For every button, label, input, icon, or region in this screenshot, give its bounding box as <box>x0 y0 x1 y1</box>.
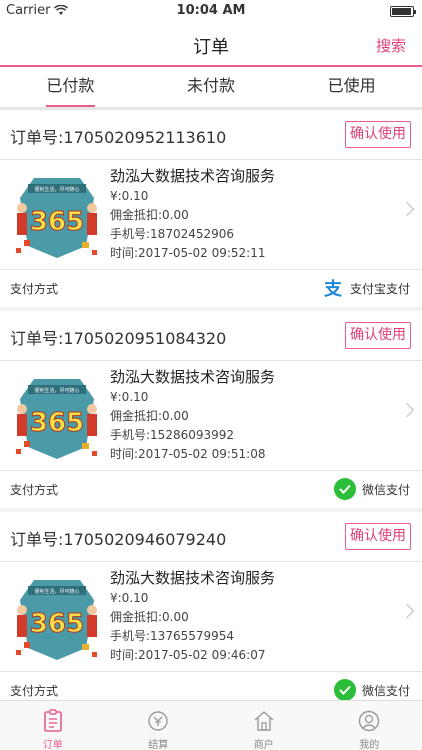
product-thumbnail: 便利生活，尽可随心 365 <box>14 570 100 664</box>
payment-method: 微信支付 <box>333 679 410 701</box>
service-title: 劲泓大数据技术咨询服务 <box>110 167 276 185</box>
price: ¥:0.10 <box>110 390 149 404</box>
service-title: 劲泓大数据技术咨询服务 <box>110 569 276 587</box>
payment-method-label: 微信支付 <box>361 482 410 497</box>
phone-number: 手机号:18702452906 <box>110 227 235 241</box>
tab-profile-label: 我的 <box>359 740 380 750</box>
order-time: 时间:2017-05-02 09:52:11 <box>110 246 266 260</box>
thumbnail-banner-text: 便利生活，尽可随心 <box>34 588 79 595</box>
tab-orders[interactable]: 订单 <box>0 701 106 750</box>
thumbnail-365-badge: 365 <box>30 207 84 237</box>
service-title: 劲泓大数据技术咨询服务 <box>110 368 276 386</box>
order-number: 订单号:1705020952113610 <box>10 128 227 147</box>
order-item[interactable]: 便利生活，尽可随心 365 劲泓大数据技术咨询服务 ¥:0.10 佣金抵扣:0.… <box>0 160 422 270</box>
commission-deduction: 佣金抵扣:0.00 <box>110 409 189 423</box>
payment-method: 支 支付宝支付 <box>322 277 410 300</box>
page-title: 订单 <box>193 37 229 58</box>
order-info: 劲泓大数据技术咨询服务 ¥:0.10 佣金抵扣:0.00 手机号:1376557… <box>110 568 275 665</box>
tab-profile[interactable]: 我的 <box>317 701 422 750</box>
battery-icon <box>390 6 416 17</box>
product-thumbnail: 便利生活，尽可随心 365 <box>14 168 100 262</box>
order-number: 订单号:1705020946079240 <box>10 530 227 549</box>
payment-method-label: 支付宝支付 <box>349 281 410 296</box>
tab-merchant[interactable]: 商户 <box>211 701 317 750</box>
tab-paid[interactable]: 已付款 <box>0 67 141 107</box>
status-time: 10:04 AM <box>176 3 246 18</box>
tab-merchant-label: 商户 <box>253 740 274 750</box>
commission-deduction: 佣金抵扣:0.00 <box>110 610 189 624</box>
status-bar: Carrier 10:04 AM <box>0 0 422 22</box>
tab-unpaid[interactable]: 未付款 <box>141 67 282 107</box>
nav-bar: 订单 搜索 <box>0 22 422 66</box>
payment-row: 支付方式 微信支付 <box>0 471 422 507</box>
order-time: 时间:2017-05-02 09:46:07 <box>110 648 266 662</box>
order-info: 劲泓大数据技术咨询服务 ¥:0.10 佣金抵扣:0.00 手机号:1528609… <box>110 367 275 464</box>
tab-orders-label: 订单 <box>42 740 63 750</box>
order-card: 订单号:1705020951084320 确认使用 便利生活，尽可随心 365 <box>0 311 422 508</box>
thumbnail-365-badge: 365 <box>30 609 84 639</box>
alipay-icon: 支 <box>323 279 342 300</box>
order-number: 订单号:1705020951084320 <box>10 329 227 348</box>
confirm-use-button[interactable]: 确认使用 <box>345 121 411 148</box>
payment-row: 支付方式 微信支付 <box>0 672 422 701</box>
search-button[interactable]: 搜索 <box>376 35 406 56</box>
confirm-use-button[interactable]: 确认使用 <box>345 322 411 349</box>
thumbnail-banner-text: 便利生活，尽可随心 <box>34 387 79 394</box>
price: ¥:0.10 <box>110 189 149 203</box>
tab-settlement-label: 结算 <box>148 740 169 750</box>
chevron-right-icon <box>399 402 415 418</box>
order-tabs: 已付款 未付款 已使用 <box>0 67 422 107</box>
merchant-icon <box>254 711 274 731</box>
order-header: 订单号:1705020951084320 确认使用 <box>0 311 422 361</box>
payment-method-label: 微信支付 <box>361 683 410 698</box>
payment-label: 支付方式 <box>10 684 59 698</box>
order-time: 时间:2017-05-02 09:51:08 <box>110 447 266 461</box>
payment-label: 支付方式 <box>10 282 59 296</box>
settle-icon <box>148 711 168 731</box>
price: ¥:0.10 <box>110 591 149 605</box>
payment-method: 微信支付 <box>333 478 410 500</box>
order-card: 订单号:1705020946079240 确认使用 便利生活，尽可随心 365 <box>0 512 422 701</box>
order-info: 劲泓大数据技术咨询服务 ¥:0.10 佣金抵扣:0.00 手机号:1870245… <box>110 166 275 263</box>
tab-settlement[interactable]: 结算 <box>106 701 212 750</box>
confirm-use-button[interactable]: 确认使用 <box>345 523 411 550</box>
thumbnail-banner-text: 便利生活，尽可随心 <box>34 186 79 193</box>
payment-row: 支付方式 支 支付宝支付 <box>0 270 422 306</box>
bottom-tab-bar: 订单 结算 商户 我的 <box>0 700 422 750</box>
phone-number: 手机号:15286093992 <box>110 428 235 442</box>
product-thumbnail: 便利生活，尽可随心 365 <box>14 369 100 463</box>
order-icon <box>43 709 62 732</box>
payment-label: 支付方式 <box>10 483 59 497</box>
profile-icon <box>359 710 380 732</box>
order-header: 订单号:1705020946079240 确认使用 <box>0 512 422 562</box>
order-item[interactable]: 便利生活，尽可随心 365 劲泓大数据技术咨询服务 ¥:0.10 佣金抵扣:0.… <box>0 562 422 672</box>
order-item[interactable]: 便利生活，尽可随心 365 劲泓大数据技术咨询服务 ¥:0.10 佣金抵扣:0.… <box>0 361 422 471</box>
wechat-icon <box>333 679 356 701</box>
commission-deduction: 佣金抵扣:0.00 <box>110 208 189 222</box>
chevron-right-icon <box>399 201 415 217</box>
order-header: 订单号:1705020952113610 确认使用 <box>0 110 422 160</box>
wechat-icon <box>333 478 356 500</box>
chevron-right-icon <box>399 603 415 619</box>
thumbnail-365-badge: 365 <box>30 408 84 438</box>
order-card: 订单号:1705020952113610 确认使用 便利生活，尽可随心 365 <box>0 110 422 307</box>
tab-used[interactable]: 已使用 <box>281 67 422 107</box>
phone-number: 手机号:13765579954 <box>110 629 235 643</box>
